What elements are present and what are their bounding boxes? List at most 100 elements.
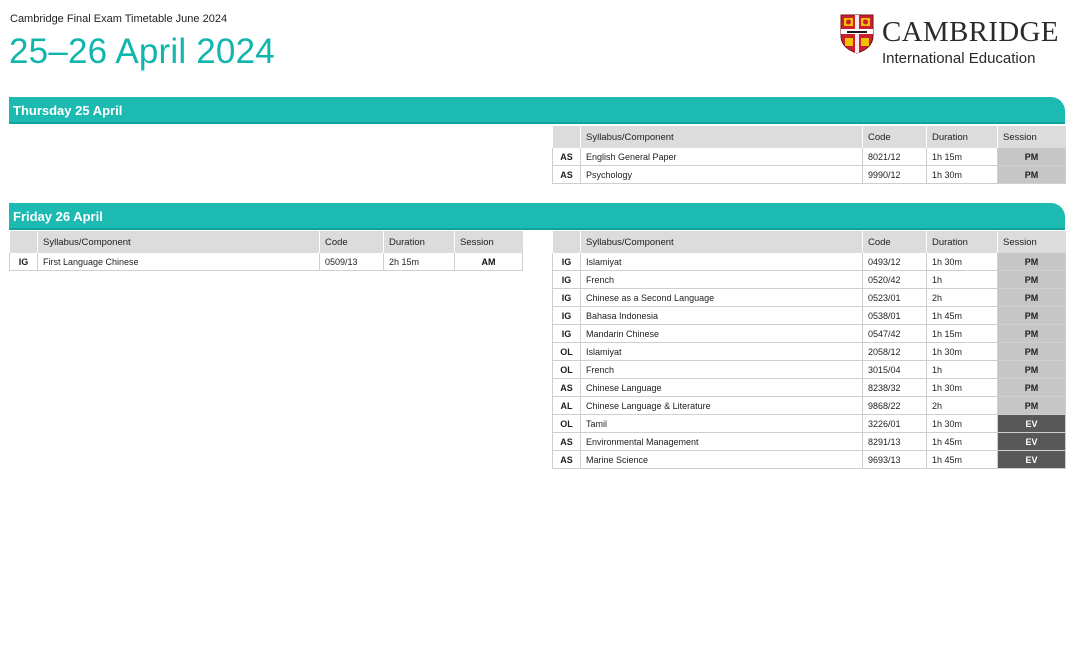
- duration-cell: 1h: [926, 270, 998, 289]
- level-cell: AS: [552, 450, 581, 469]
- syllabus-cell: First Language Chinese: [37, 253, 320, 271]
- level-cell: IG: [552, 253, 581, 271]
- duration-cell: 1h 45m: [926, 450, 998, 469]
- session-cell: PM: [997, 360, 1066, 379]
- table-row: IG French 0520/42 1h PM: [552, 270, 1066, 289]
- code-cell: 3226/01: [862, 414, 927, 433]
- col-code: Code: [862, 231, 927, 253]
- cambridge-logo: CAMBRIDGE International Education: [840, 14, 1070, 70]
- session-cell: EV: [997, 450, 1066, 469]
- cambridge-shield-icon: [840, 14, 874, 54]
- table-header-row: Syllabus/Component Code Duration Session: [552, 231, 1066, 253]
- session-cell: PM: [997, 165, 1066, 184]
- friday-left-table: Syllabus/Component Code Duration Session…: [9, 231, 523, 271]
- level-cell: IG: [552, 306, 581, 325]
- session-cell: EV: [997, 414, 1066, 433]
- code-cell: 0493/12: [862, 253, 927, 271]
- session-cell: PM: [997, 148, 1066, 166]
- level-cell: IG: [552, 288, 581, 307]
- code-cell: 0547/42: [862, 324, 927, 343]
- table-row: IG Chinese as a Second Language 0523/01 2h P…: [552, 288, 1066, 307]
- code-cell: 9693/13: [862, 450, 927, 469]
- level-cell: AS: [552, 378, 581, 397]
- syllabus-cell: Bahasa Indonesia: [580, 306, 863, 325]
- col-syllabus: Syllabus/Component: [580, 231, 863, 253]
- duration-cell: 1h 30m: [926, 414, 998, 433]
- session-cell: PM: [997, 324, 1066, 343]
- duration-cell: 1h 30m: [926, 165, 998, 184]
- syllabus-cell: Chinese as a Second Language: [580, 288, 863, 307]
- logo-wordmark: CAMBRIDGE: [882, 16, 1059, 48]
- col-session: Session: [454, 231, 523, 253]
- page-title: 25–26 April 2024: [9, 32, 275, 71]
- table-row: AS Marine Science 9693/13 1h 45m EV: [552, 450, 1066, 469]
- doc-subtitle: Cambridge Final Exam Timetable June 2024: [10, 13, 228, 25]
- table-row: AS English General Paper 8021/12 1h 15m PM: [552, 148, 1066, 166]
- duration-cell: 1h 30m: [926, 378, 998, 397]
- session-cell: PM: [997, 270, 1066, 289]
- code-cell: 8291/13: [862, 432, 927, 451]
- code-cell: 2058/12: [862, 342, 927, 361]
- duration-cell: 1h: [926, 360, 998, 379]
- level-cell: IG: [552, 324, 581, 343]
- syllabus-cell: Chinese Language & Literature: [580, 396, 863, 415]
- table-row: IG Islamiyat 0493/12 1h 30m PM: [552, 253, 1066, 271]
- code-cell: 0523/01: [862, 288, 927, 307]
- table-row: OL Islamiyat 2058/12 1h 30m PM: [552, 342, 1066, 361]
- session-cell: PM: [997, 396, 1066, 415]
- col-code: Code: [319, 231, 384, 253]
- table-row: AS Chinese Language 8238/32 1h 30m PM: [552, 378, 1066, 397]
- day-band-friday: Friday 26 April: [9, 203, 1065, 230]
- day-label: Friday 26 April: [13, 209, 103, 224]
- syllabus-cell: English General Paper: [580, 148, 863, 166]
- duration-cell: 2h: [926, 396, 998, 415]
- level-cell: OL: [552, 414, 581, 433]
- code-cell: 9990/12: [862, 165, 927, 184]
- session-cell: PM: [997, 253, 1066, 271]
- code-cell: 8021/12: [862, 148, 927, 166]
- syllabus-cell: Marine Science: [580, 450, 863, 469]
- col-syllabus: Syllabus/Component: [580, 126, 863, 148]
- duration-cell: 2h 15m: [383, 253, 455, 271]
- level-cell: AS: [552, 432, 581, 451]
- level-cell: AS: [552, 165, 581, 184]
- syllabus-cell: Islamiyat: [580, 253, 863, 271]
- duration-cell: 1h 30m: [926, 342, 998, 361]
- syllabus-cell: French: [580, 360, 863, 379]
- table-row: OL French 3015/04 1h PM: [552, 360, 1066, 379]
- col-session: Session: [997, 126, 1066, 148]
- syllabus-cell: Environmental Management: [580, 432, 863, 451]
- col-duration: Duration: [926, 126, 998, 148]
- table-row: OL Tamil 3226/01 1h 30m EV: [552, 414, 1066, 433]
- col-session: Session: [997, 231, 1066, 253]
- level-cell: OL: [552, 342, 581, 361]
- session-cell: AM: [454, 253, 523, 271]
- session-cell: EV: [997, 432, 1066, 451]
- col-duration: Duration: [926, 231, 998, 253]
- syllabus-cell: Islamiyat: [580, 342, 863, 361]
- table-row: IG Bahasa Indonesia 0538/01 1h 45m PM: [552, 306, 1066, 325]
- day-band-thursday: Thursday 25 April: [9, 97, 1065, 124]
- code-cell: 9868/22: [862, 396, 927, 415]
- level-cell: AL: [552, 396, 581, 415]
- duration-cell: 1h 45m: [926, 432, 998, 451]
- table-header-row: Syllabus/Component Code Duration Session: [552, 126, 1066, 148]
- session-cell: PM: [997, 288, 1066, 307]
- syllabus-cell: Psychology: [580, 165, 863, 184]
- col-duration: Duration: [383, 231, 455, 253]
- code-cell: 3015/04: [862, 360, 927, 379]
- duration-cell: 2h: [926, 288, 998, 307]
- duration-cell: 1h 30m: [926, 253, 998, 271]
- table-row: IG Mandarin Chinese 0547/42 1h 15m PM: [552, 324, 1066, 343]
- duration-cell: 1h 45m: [926, 306, 998, 325]
- table-row: AS Psychology 9990/12 1h 30m PM: [552, 165, 1066, 184]
- table-row: AS Environmental Management 8291/13 1h 45m E…: [552, 432, 1066, 451]
- level-cell: IG: [552, 270, 581, 289]
- syllabus-cell: Tamil: [580, 414, 863, 433]
- table-row: AL Chinese Language & Literature 9868/22 2h…: [552, 396, 1066, 415]
- syllabus-cell: Mandarin Chinese: [580, 324, 863, 343]
- code-cell: 0538/01: [862, 306, 927, 325]
- table-row: IG First Language Chinese 0509/13 2h 15m AM: [9, 253, 523, 271]
- logo-subtitle: International Education: [882, 50, 1036, 67]
- level-cell: OL: [552, 360, 581, 379]
